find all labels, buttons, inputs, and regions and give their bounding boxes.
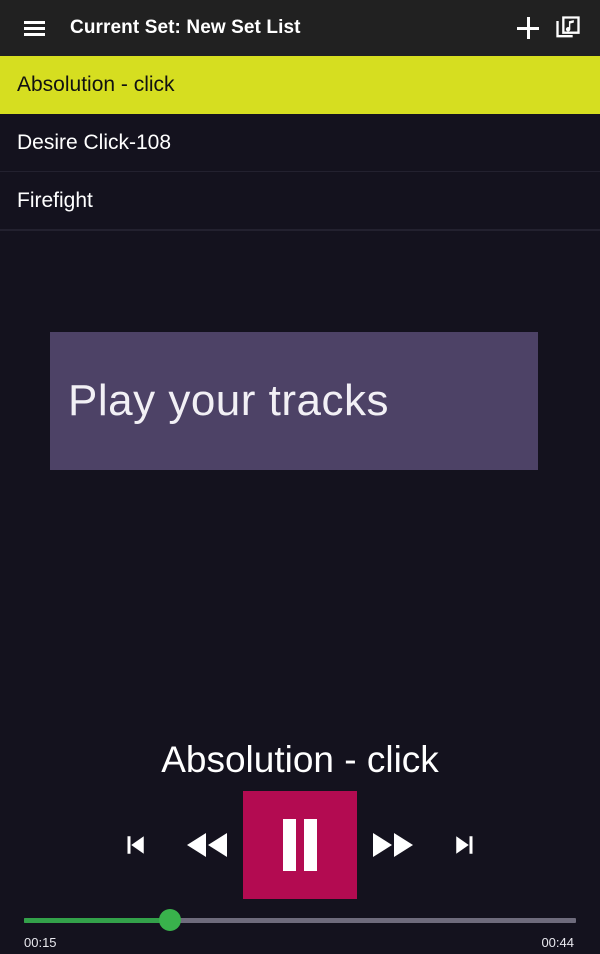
fast-forward-button[interactable] xyxy=(357,791,429,899)
pause-icon xyxy=(283,819,317,871)
skip-next-button[interactable] xyxy=(429,791,501,899)
track-list-item[interactable]: Desire Click-108 xyxy=(0,114,600,172)
seek-bar[interactable] xyxy=(24,909,576,931)
play-tracks-label: Play your tracks xyxy=(68,376,389,425)
time-row: 00:15 00:44 xyxy=(24,931,576,950)
rewind-button[interactable] xyxy=(171,791,243,899)
track-list-item[interactable]: Firefight xyxy=(0,172,600,230)
track-title: Absolution - click xyxy=(17,72,175,96)
seek-bar-thumb[interactable] xyxy=(159,909,182,931)
play-tracks-panel[interactable]: Play your tracks xyxy=(50,332,538,470)
page-title: Current Set: New Set List xyxy=(70,17,301,38)
library-music-icon xyxy=(556,16,580,38)
seek-bar-fill xyxy=(24,917,171,923)
app-root: Current Set: New Set List Absolution - c… xyxy=(0,0,600,954)
skip-previous-icon xyxy=(127,836,144,854)
player-bar: Absolution - click 00:15 00:44 xyxy=(0,739,600,954)
plus-icon xyxy=(516,16,540,40)
app-bar: Current Set: New Set List xyxy=(0,0,600,56)
duration-time: 00:44 xyxy=(541,935,574,950)
elapsed-time: 00:15 xyxy=(24,935,57,950)
fast-forward-icon xyxy=(373,833,413,857)
track-title: Firefight xyxy=(17,188,93,212)
menu-button[interactable] xyxy=(14,8,54,48)
track-list: Absolution - click Desire Click-108 Fire… xyxy=(0,56,600,231)
rewind-icon xyxy=(187,833,227,857)
hamburger-menu-icon xyxy=(23,20,45,36)
track-title: Desire Click-108 xyxy=(17,130,172,154)
track-list-item[interactable]: Absolution - click xyxy=(0,56,600,114)
seek-bar-container: 00:15 00:44 xyxy=(0,899,600,950)
add-track-button[interactable] xyxy=(508,8,548,48)
transport-controls xyxy=(0,791,600,899)
library-button[interactable] xyxy=(548,8,588,48)
skip-previous-button[interactable] xyxy=(99,791,171,899)
main-stage: Play your tracks xyxy=(0,231,600,739)
now-playing-title: Absolution - click xyxy=(161,739,439,780)
skip-next-icon xyxy=(456,836,473,854)
pause-button[interactable] xyxy=(243,791,357,899)
